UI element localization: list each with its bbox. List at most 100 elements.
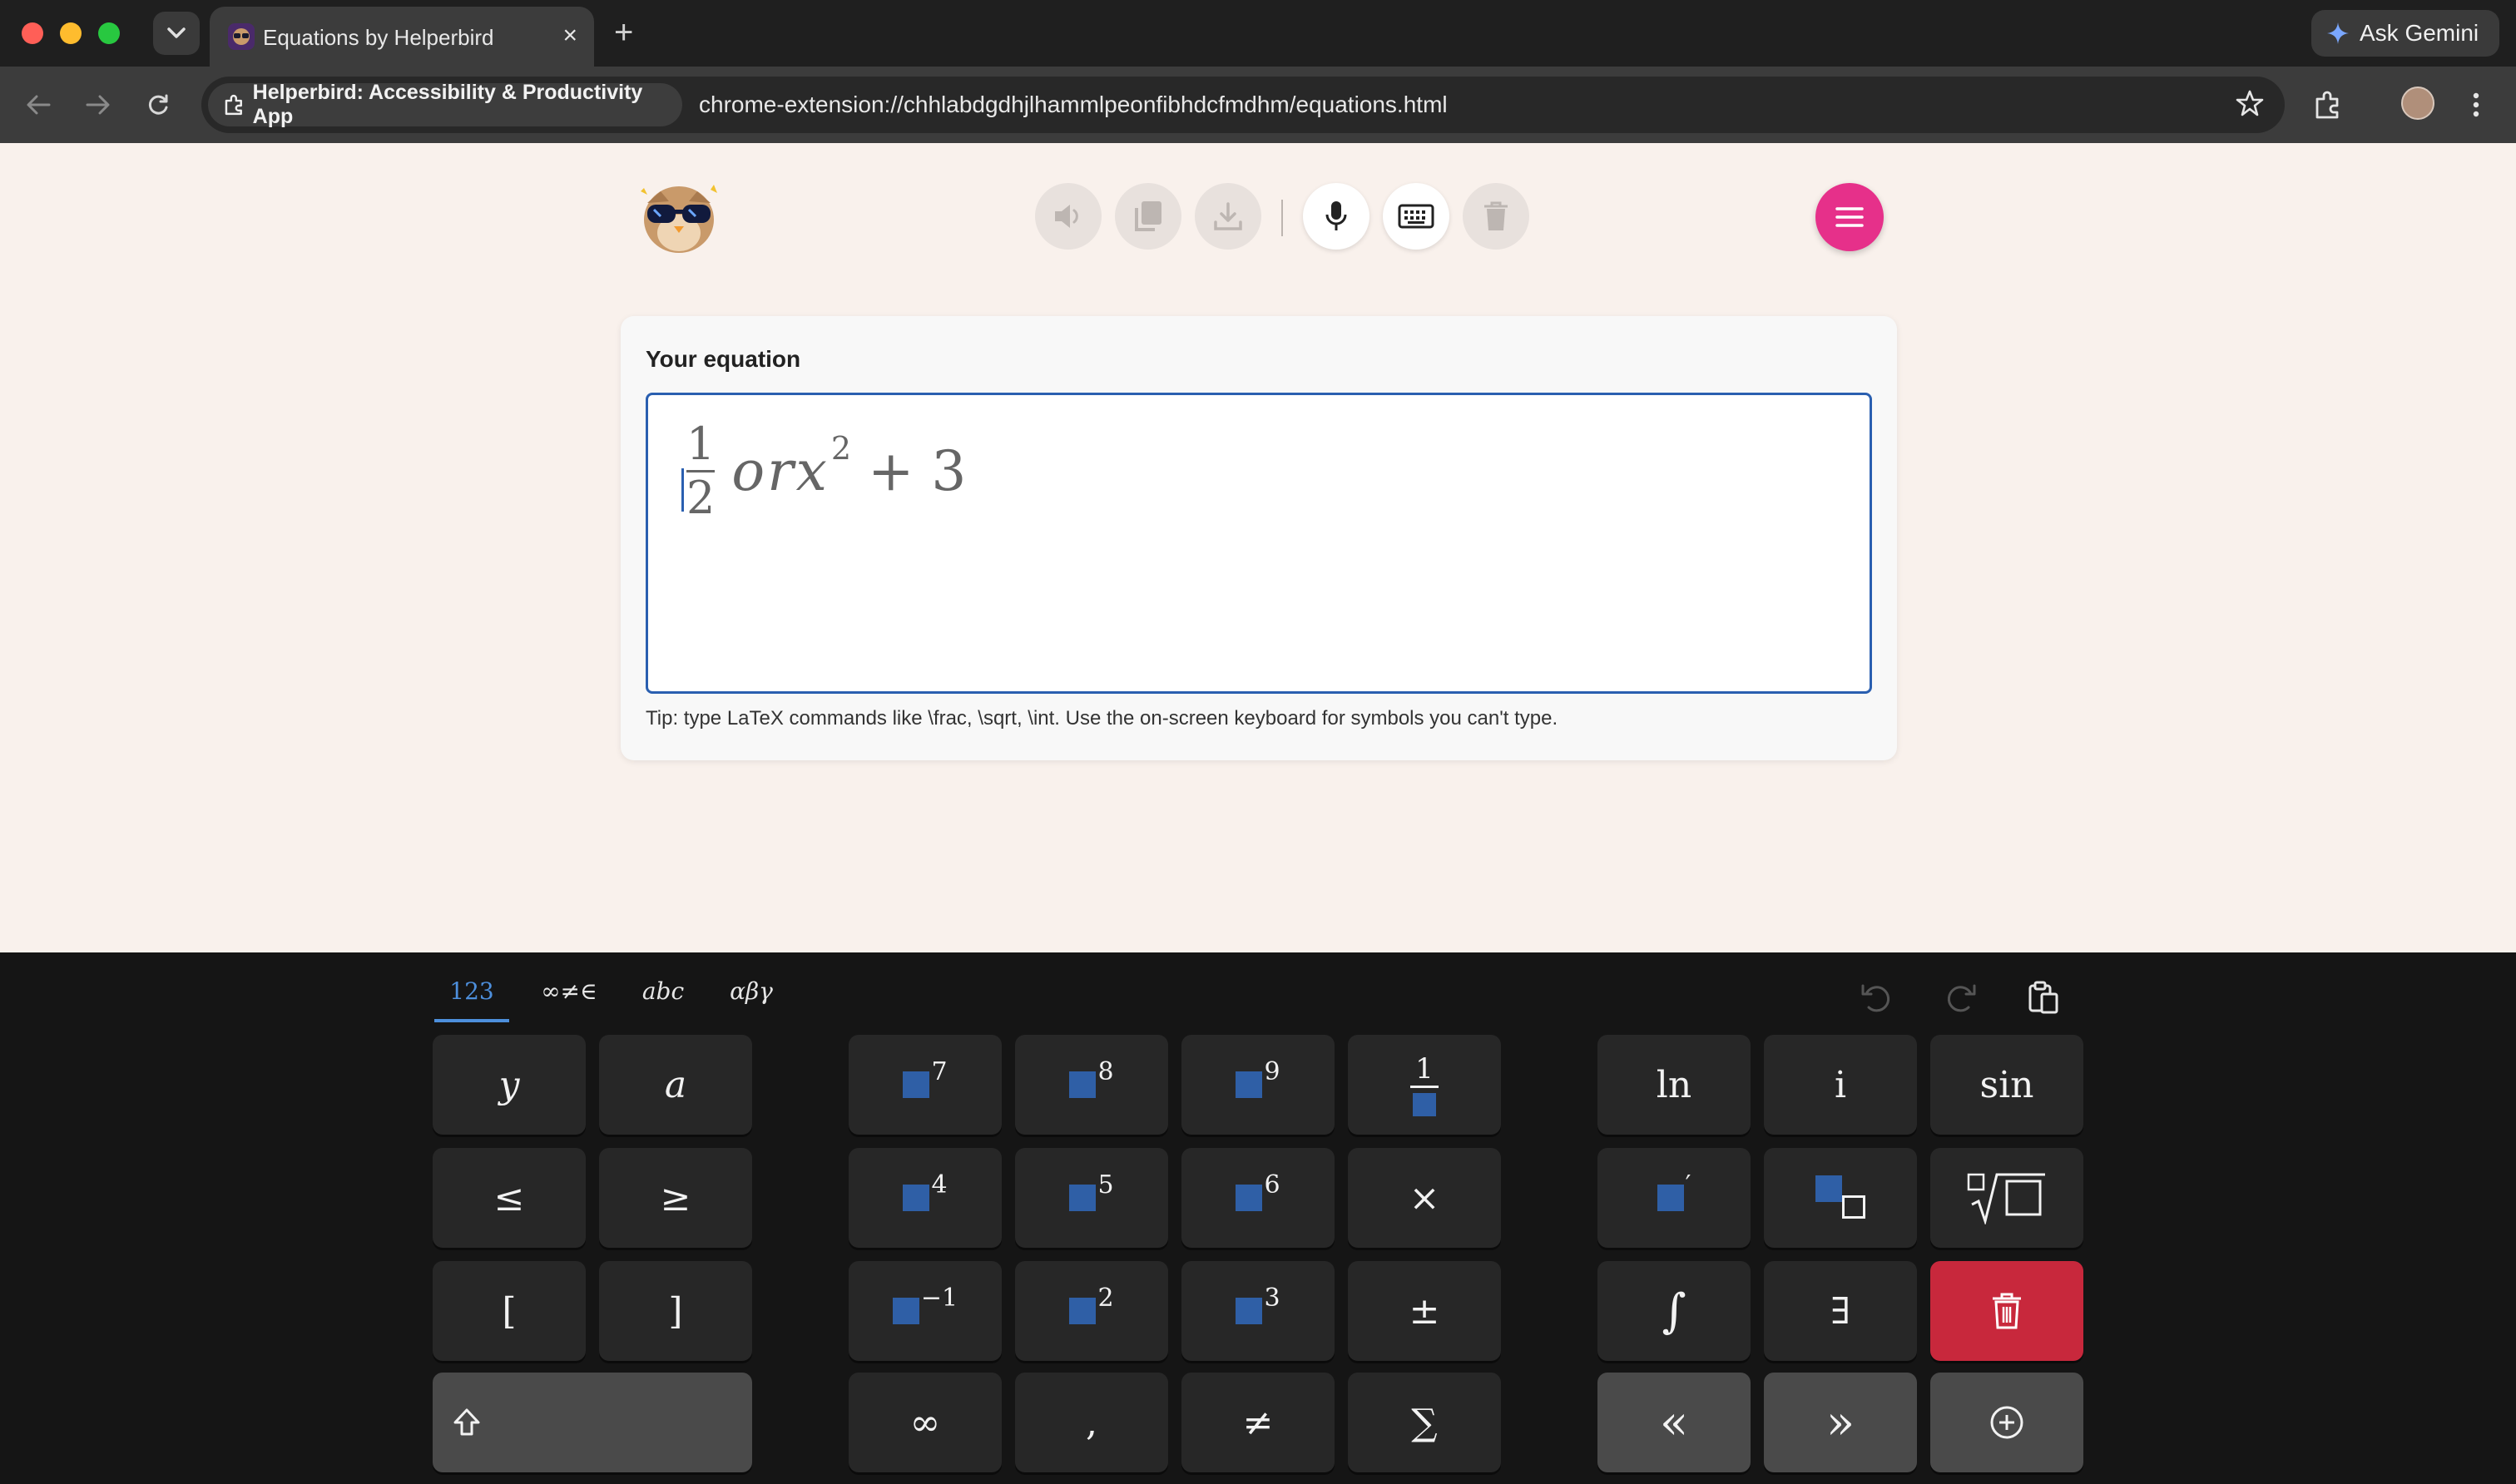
key-power-4[interactable]: 4 (849, 1148, 1002, 1248)
menu-button[interactable] (1815, 183, 1884, 251)
key-nth-root[interactable] (1930, 1148, 2083, 1248)
close-window-button[interactable] (22, 22, 43, 44)
key-left-bracket[interactable]: [ (433, 1261, 586, 1361)
key-power-8[interactable]: 8 (1015, 1035, 1168, 1135)
key-sum[interactable]: ∑ (1348, 1373, 1501, 1472)
equation-fraction: 1 2 (686, 420, 715, 522)
key-ln[interactable]: ln (1597, 1035, 1751, 1135)
key-greater-equal[interactable]: ≥ (599, 1148, 752, 1248)
dictate-button[interactable] (1303, 183, 1369, 250)
back-button[interactable] (18, 85, 58, 125)
ask-gemini-label: Ask Gemini (2360, 20, 2479, 46)
key-right-bracket[interactable]: ] (599, 1261, 752, 1361)
key-power-3[interactable]: 3 (1181, 1261, 1335, 1361)
key-power-inverse[interactable]: −1 (849, 1261, 1002, 1361)
key-times[interactable]: × (1348, 1148, 1501, 1248)
card-title: Your equation (646, 346, 801, 372)
key-subscript[interactable] (1764, 1148, 1917, 1248)
download-icon (1214, 202, 1242, 230)
equation-input[interactable]: 1 2 orx 2 + 3 (646, 393, 1872, 694)
reload-icon (148, 94, 168, 115)
key-sin[interactable]: sin (1930, 1035, 2083, 1135)
key-infinity[interactable]: ∞ (849, 1373, 1002, 1472)
site-info-chip[interactable]: Helperbird: Accessibility & Productivity… (208, 81, 682, 128)
url-text: chrome-extension://chhlabdgdhjlhammlpeon… (699, 92, 1448, 117)
helperbird-owl-logo (632, 173, 726, 256)
gemini-sparkle-icon (2327, 22, 2349, 44)
site-chip-label: Helperbird: Accessibility & Productivity… (252, 81, 643, 128)
kb-tab-symbols[interactable]: ∞≠∈ (529, 977, 609, 1022)
chevron-down-icon (167, 27, 186, 38)
paste-button[interactable] (2018, 972, 2068, 1022)
key-power-7[interactable]: 7 (849, 1035, 1002, 1135)
address-bar[interactable]: Helperbird: Accessibility & Productivity… (201, 77, 2285, 133)
equation-card: Your equation 1 2 orx 2 + 3 Tip: type La… (621, 316, 1897, 760)
redo-icon (1947, 984, 1976, 1012)
equation-math: 1 2 orx 2 + 3 (686, 420, 966, 522)
helperbird-favicon-icon (228, 23, 255, 50)
redo-button[interactable] (1935, 972, 1985, 1022)
extensions-puzzle-icon (2315, 91, 2339, 119)
kb-tab-greek[interactable]: αβγ (717, 977, 785, 1022)
profile-avatar[interactable] (2401, 87, 2434, 120)
new-tab-button[interactable]: + (614, 15, 633, 50)
key-fraction[interactable]: 1 (1348, 1035, 1501, 1135)
keyboard-toggle-button[interactable] (1383, 183, 1449, 250)
extensions-button[interactable] (2306, 83, 2350, 126)
kb-tab-numeric[interactable]: 123 (434, 977, 509, 1022)
nth-root-icon (1967, 1173, 2045, 1224)
reload-button[interactable] (138, 85, 178, 125)
trash-icon (1993, 1293, 2021, 1329)
key-integral[interactable]: ∫ (1597, 1261, 1751, 1361)
key-exists[interactable]: ∃ (1764, 1261, 1917, 1361)
tab-search-button[interactable] (153, 12, 200, 55)
fraction-numerator: 1 (686, 418, 716, 470)
tip-text: Tip: type LaTeX commands like \frac, \sq… (646, 707, 1558, 730)
key-comma[interactable]: , (1015, 1373, 1168, 1472)
key-power-6[interactable]: 6 (1181, 1148, 1335, 1248)
bookmark-star-icon[interactable] (2235, 88, 2265, 122)
microphone-icon (1325, 201, 1347, 230)
browser-tab-equations[interactable]: Equations by Helperbird × (210, 7, 594, 67)
key-insert[interactable] (1930, 1373, 2083, 1472)
ask-gemini-button[interactable]: Ask Gemini (2311, 10, 2499, 57)
more-vertical-icon (2473, 92, 2479, 117)
key-move-right[interactable]: » (1764, 1373, 1917, 1472)
key-less-equal[interactable]: ≤ (433, 1148, 586, 1248)
extension-puzzle-icon (225, 94, 242, 116)
hamburger-menu-icon (1835, 207, 1864, 227)
speaker-icon (1055, 205, 1078, 228)
key-a[interactable]: a (599, 1035, 752, 1135)
key-prime[interactable]: ′ (1597, 1148, 1751, 1248)
minimize-window-button[interactable] (60, 22, 82, 44)
key-y[interactable]: y (433, 1035, 586, 1135)
plus-circle-icon (1990, 1406, 2023, 1439)
forward-button[interactable] (78, 85, 118, 125)
arrow-right-icon (86, 95, 110, 115)
key-power-9[interactable]: 9 (1181, 1035, 1335, 1135)
key-shift[interactable] (433, 1373, 752, 1472)
download-button[interactable] (1195, 183, 1261, 250)
fraction-denominator: 2 (686, 472, 716, 524)
copy-button[interactable] (1115, 183, 1181, 250)
equation-rest: + 3 (868, 439, 967, 503)
equation-exponent: 2 (830, 429, 852, 467)
key-plus-minus[interactable]: ± (1348, 1261, 1501, 1361)
copy-icon (1135, 201, 1161, 231)
kb-tab-alphabetic[interactable]: abc (629, 977, 697, 1022)
speak-button[interactable] (1035, 183, 1102, 250)
clear-button[interactable] (1463, 183, 1529, 250)
clipboard-icon (2028, 981, 2058, 1014)
chrome-menu-button[interactable] (2454, 83, 2498, 126)
key-not-equal[interactable]: ≠ (1181, 1373, 1335, 1472)
key-imaginary-i[interactable]: i (1764, 1035, 1917, 1135)
undo-button[interactable] (1852, 972, 1902, 1022)
maximize-window-button[interactable] (98, 22, 120, 44)
key-power-2[interactable]: 2 (1015, 1261, 1168, 1361)
key-power-5[interactable]: 5 (1015, 1148, 1168, 1248)
key-delete[interactable] (1930, 1261, 2083, 1361)
text-caret (681, 468, 684, 512)
keyboard-icon (1398, 204, 1434, 229)
key-move-left[interactable]: « (1597, 1373, 1751, 1472)
tab-close-icon[interactable]: × (562, 22, 577, 50)
